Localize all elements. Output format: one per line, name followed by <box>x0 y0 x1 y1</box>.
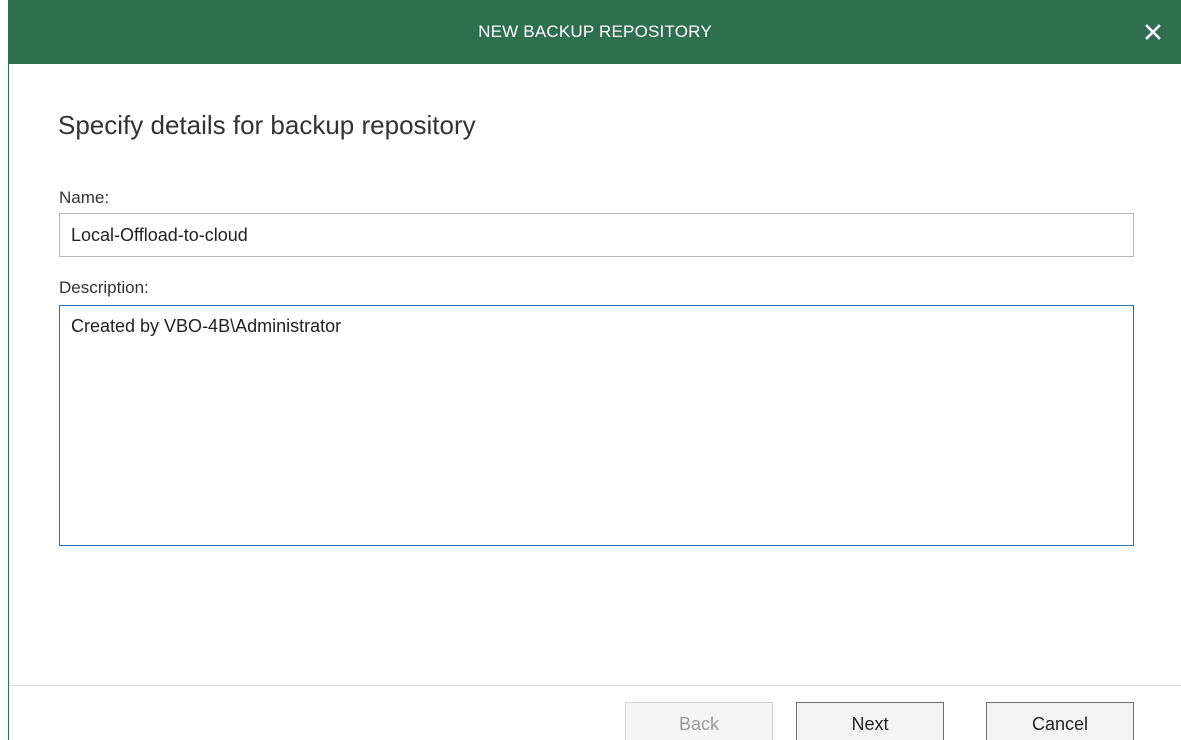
close-icon <box>1145 24 1161 40</box>
name-label: Name: <box>59 188 110 207</box>
dialog-window: NEW BACKUP REPOSITORY Specify details fo… <box>8 0 1181 740</box>
dialog-title: NEW BACKUP REPOSITORY <box>478 22 712 41</box>
description-label: Description: <box>59 278 149 297</box>
next-button[interactable]: Next <box>796 702 944 740</box>
footer-divider <box>9 685 1181 686</box>
description-textarea[interactable]: Created by VBO-4B\Administrator <box>59 305 1134 546</box>
page-heading: Specify details for backup repository <box>58 110 476 140</box>
title-bar: NEW BACKUP REPOSITORY <box>9 0 1181 64</box>
back-button[interactable]: Back <box>625 702 773 740</box>
close-button[interactable] <box>1135 14 1171 50</box>
cancel-button[interactable]: Cancel <box>986 702 1134 740</box>
name-input[interactable] <box>59 213 1134 257</box>
